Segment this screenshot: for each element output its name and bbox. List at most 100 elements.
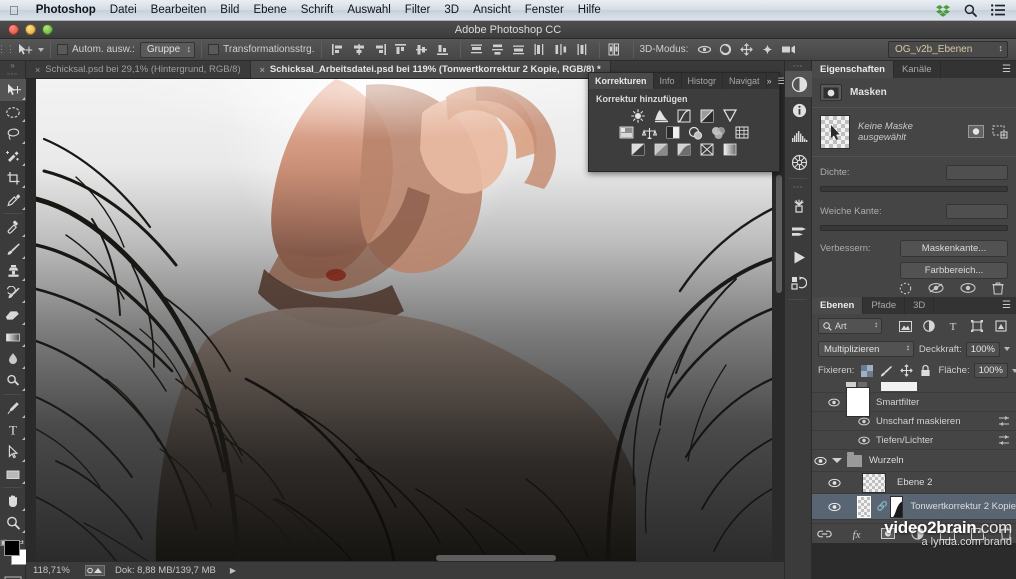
close-button[interactable] <box>8 24 19 35</box>
tool-brush[interactable] <box>0 238 26 260</box>
delete-mask-icon[interactable] <box>992 281 1004 295</box>
color-balance-icon[interactable] <box>642 125 658 140</box>
density-value-field[interactable] <box>946 165 1008 180</box>
visibility-icon[interactable] <box>814 456 832 466</box>
align-right-edges-icon[interactable] <box>370 40 391 59</box>
slide-3d-icon[interactable] <box>757 40 778 59</box>
visibility-icon[interactable] <box>828 478 846 488</box>
filter-blending-options-icon[interactable] <box>998 435 1010 445</box>
visibility-icon[interactable] <box>858 417 870 426</box>
tab-kanaele[interactable]: Kanäle <box>894 61 941 78</box>
black-white-icon[interactable] <box>665 125 681 140</box>
layer-row-partial[interactable] <box>812 381 1016 393</box>
distribute-horizontal-centers-icon[interactable] <box>551 40 572 59</box>
transform-controls-checkbox[interactable] <box>208 44 220 55</box>
search-icon[interactable] <box>964 4 977 17</box>
group-expand-arrow-icon[interactable] <box>832 458 842 463</box>
dock-adjustments-icon[interactable] <box>785 71 813 97</box>
menu-item-hilfe[interactable]: Hilfe <box>571 0 608 21</box>
opacity-caret-icon[interactable] <box>1004 347 1010 351</box>
filter-shape-icon[interactable] <box>968 318 986 334</box>
tool-crop[interactable] <box>0 167 26 189</box>
lock-position-icon[interactable] <box>900 364 914 377</box>
icon-dock-grip-1[interactable]: ▫▫▫ <box>785 61 811 71</box>
tool-path-selection[interactable] <box>0 441 26 463</box>
tool-zoom[interactable] <box>0 512 26 534</box>
menu-item-auswahl[interactable]: Auswahl <box>340 0 397 21</box>
menu-item-bearbeiten[interactable]: Bearbeiten <box>144 0 214 21</box>
roll-3d-icon[interactable] <box>715 40 736 59</box>
gradient-map-icon[interactable] <box>722 142 738 157</box>
layer-list[interactable]: Smartfilter Unscharf maskieren Tiefen/Li… <box>812 381 1016 523</box>
layer-style-icon[interactable]: fx <box>848 528 865 540</box>
color-swatches[interactable]: ▣ ⇄ <box>0 538 27 572</box>
foreground-color-swatch[interactable] <box>4 540 20 556</box>
move-tool-icon[interactable] <box>12 41 38 59</box>
vibrance-icon[interactable] <box>722 108 738 123</box>
feather-slider[interactable] <box>820 225 1008 231</box>
layer-filter-kind-select[interactable]: Art <box>818 318 882 334</box>
menu-item-filter[interactable]: Filter <box>398 0 438 21</box>
align-horizontal-centers-icon[interactable] <box>349 40 370 59</box>
smart-filter-row-1[interactable]: Unscharf maskieren <box>812 412 1016 431</box>
dropbox-icon[interactable] <box>936 4 950 17</box>
posterize-icon[interactable] <box>653 142 669 157</box>
filter-blending-options-icon[interactable] <box>998 416 1010 426</box>
menu-app-name[interactable]: Photoshop <box>29 0 103 21</box>
panel-menu-icon[interactable]: ☰ <box>1002 61 1016 78</box>
fill-value[interactable]: 100% <box>973 363 1008 378</box>
threshold-icon[interactable] <box>676 142 692 157</box>
smart-filter-row-2[interactable]: Tiefen/Lichter <box>812 431 1016 450</box>
tool-hand[interactable] <box>0 490 26 512</box>
dock-brush-icon[interactable] <box>785 218 813 244</box>
distribute-top-edges-icon[interactable] <box>467 40 488 59</box>
tab-korrekturen[interactable]: Korrekturen <box>589 73 654 89</box>
align-left-edges-icon[interactable] <box>328 40 349 59</box>
adjustment-layer-thumbnail[interactable] <box>857 495 871 518</box>
curves-icon[interactable] <box>676 108 692 123</box>
apply-mask-icon[interactable] <box>928 282 944 294</box>
photo-filter-icon[interactable] <box>688 125 704 140</box>
new-group-icon[interactable] <box>939 528 955 540</box>
menu-item-ebene[interactable]: Ebene <box>246 0 293 21</box>
close-icon[interactable]: × <box>260 65 265 75</box>
tab-eigenschaften[interactable]: Eigenschaften <box>812 61 894 78</box>
filter-smart-object-icon[interactable] <box>992 318 1010 334</box>
tool-quick-selection[interactable] <box>0 145 26 167</box>
color-lookup-icon[interactable] <box>734 125 750 140</box>
scale-3d-icon[interactable] <box>778 40 799 59</box>
layer-thumbnail[interactable] <box>862 472 886 493</box>
distribute-left-edges-icon[interactable] <box>530 40 551 59</box>
orbit-3d-icon[interactable] <box>694 40 715 59</box>
tool-blur[interactable] <box>0 348 26 370</box>
density-slider[interactable] <box>820 186 1008 192</box>
canvas-vertical-scrollbar[interactable] <box>776 175 782 293</box>
dock-histogram-icon[interactable] <box>785 123 813 149</box>
visibility-icon[interactable] <box>858 436 870 445</box>
tool-history-brush[interactable] <box>0 282 26 304</box>
levels-icon[interactable] <box>653 108 669 123</box>
align-vertical-centers-icon[interactable] <box>412 40 433 59</box>
tab-histogramm[interactable]: Histogr <box>682 73 724 89</box>
channel-mixer-icon[interactable] <box>711 125 727 140</box>
auto-align-layers-icon[interactable] <box>606 40 627 59</box>
mask-thumbnail[interactable] <box>820 115 850 149</box>
workspace-selector[interactable]: OG_v2b_Ebenen <box>888 41 1008 58</box>
menu-item-schrift[interactable]: Schrift <box>294 0 341 21</box>
filter-type-icon[interactable]: T <box>944 318 962 334</box>
dock-actions-icon[interactable] <box>785 270 813 296</box>
add-mask-icon[interactable] <box>880 528 895 539</box>
hue-saturation-icon[interactable] <box>619 125 635 140</box>
tool-clone-stamp[interactable] <box>0 260 26 282</box>
tool-type[interactable]: T <box>0 419 26 441</box>
tool-eyedropper[interactable] <box>0 189 26 211</box>
tool-lasso[interactable] <box>0 123 26 145</box>
brightness-contrast-icon[interactable] <box>630 108 646 123</box>
new-adjustment-layer-icon[interactable] <box>910 527 924 540</box>
layer-row-ebene-2[interactable]: Ebene 2 <box>812 472 1016 494</box>
apple-icon[interactable]:  <box>9 4 19 17</box>
minimize-button[interactable] <box>25 24 36 35</box>
selective-color-icon[interactable] <box>699 142 715 157</box>
tool-dodge[interactable] <box>0 370 26 392</box>
quick-mask-icon[interactable] <box>0 572 25 579</box>
